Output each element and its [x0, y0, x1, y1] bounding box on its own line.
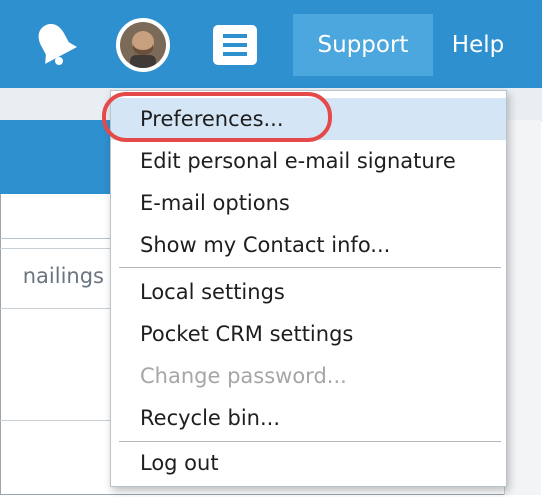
mailings-tab-label[interactable]: nailings — [0, 264, 104, 288]
divider — [0, 238, 110, 239]
menu-item-show-contact-info[interactable]: Show my Contact info... — [111, 224, 506, 266]
divider — [0, 420, 110, 421]
menu-separator — [119, 267, 501, 268]
top-navigation-bar: Support Help — [0, 0, 542, 88]
menu-item-pocket-crm-settings[interactable]: Pocket CRM settings — [111, 313, 506, 355]
menu-item-recycle-bin[interactable]: Recycle bin... — [111, 397, 506, 439]
bell-icon[interactable] — [33, 20, 77, 68]
divider — [0, 248, 110, 249]
menu-item-email-options[interactable]: E-mail options — [111, 182, 506, 224]
right-panel — [504, 120, 541, 495]
menu-item-edit-email-signature[interactable]: Edit personal e-mail signature — [111, 140, 506, 182]
avatar[interactable] — [116, 18, 170, 72]
user-settings-dropdown-menu: Preferences... Edit personal e-mail sign… — [110, 90, 507, 487]
hamburger-menu-icon[interactable] — [211, 23, 259, 67]
help-button[interactable]: Help — [443, 14, 513, 76]
left-header-band — [0, 120, 110, 194]
support-button[interactable]: Support — [293, 14, 433, 76]
menu-item-local-settings[interactable]: Local settings — [111, 271, 506, 313]
divider — [0, 308, 110, 309]
menu-item-log-out[interactable]: Log out — [111, 442, 506, 484]
menu-item-change-password: Change password... — [140, 364, 347, 388]
highlight-annotation — [102, 92, 332, 142]
